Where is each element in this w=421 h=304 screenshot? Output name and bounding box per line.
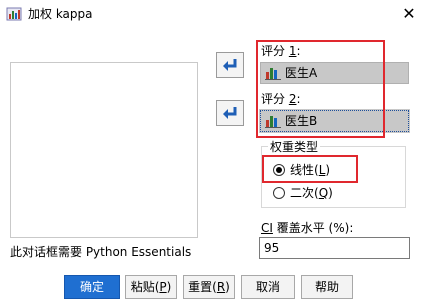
move-to-rater2-button[interactable] xyxy=(216,100,244,126)
ci-level-input[interactable] xyxy=(259,237,410,259)
ci-label: CI 覆盖水平 (%): xyxy=(261,221,354,235)
linear-highlight-box xyxy=(262,155,358,183)
rater-highlight-box xyxy=(256,40,385,138)
window-title: 加权 kappa xyxy=(28,7,93,21)
source-variable-list[interactable] xyxy=(10,62,198,238)
ok-button[interactable]: 确定 xyxy=(64,275,120,299)
paste-button[interactable]: 粘贴(P) xyxy=(125,275,177,299)
close-icon[interactable]: ✕ xyxy=(399,4,419,24)
move-to-rater1-button[interactable] xyxy=(216,52,244,78)
weighting-group-title: 权重类型 xyxy=(268,140,321,154)
arrow-right-icon xyxy=(223,107,237,119)
reset-button[interactable]: 重置(R) xyxy=(183,275,235,299)
arrow-right-icon xyxy=(223,59,237,71)
python-requirement-note: 此对话框需要 Python Essentials xyxy=(10,245,192,259)
title-bar: 加权 kappa ✕ xyxy=(0,0,421,28)
app-icon xyxy=(6,6,22,22)
quadratic-radio[interactable] xyxy=(273,187,285,199)
quadratic-radio-label[interactable]: 二次(Q) xyxy=(290,186,333,200)
help-button[interactable]: 帮助 xyxy=(301,275,353,299)
cancel-button[interactable]: 取消 xyxy=(241,275,295,299)
